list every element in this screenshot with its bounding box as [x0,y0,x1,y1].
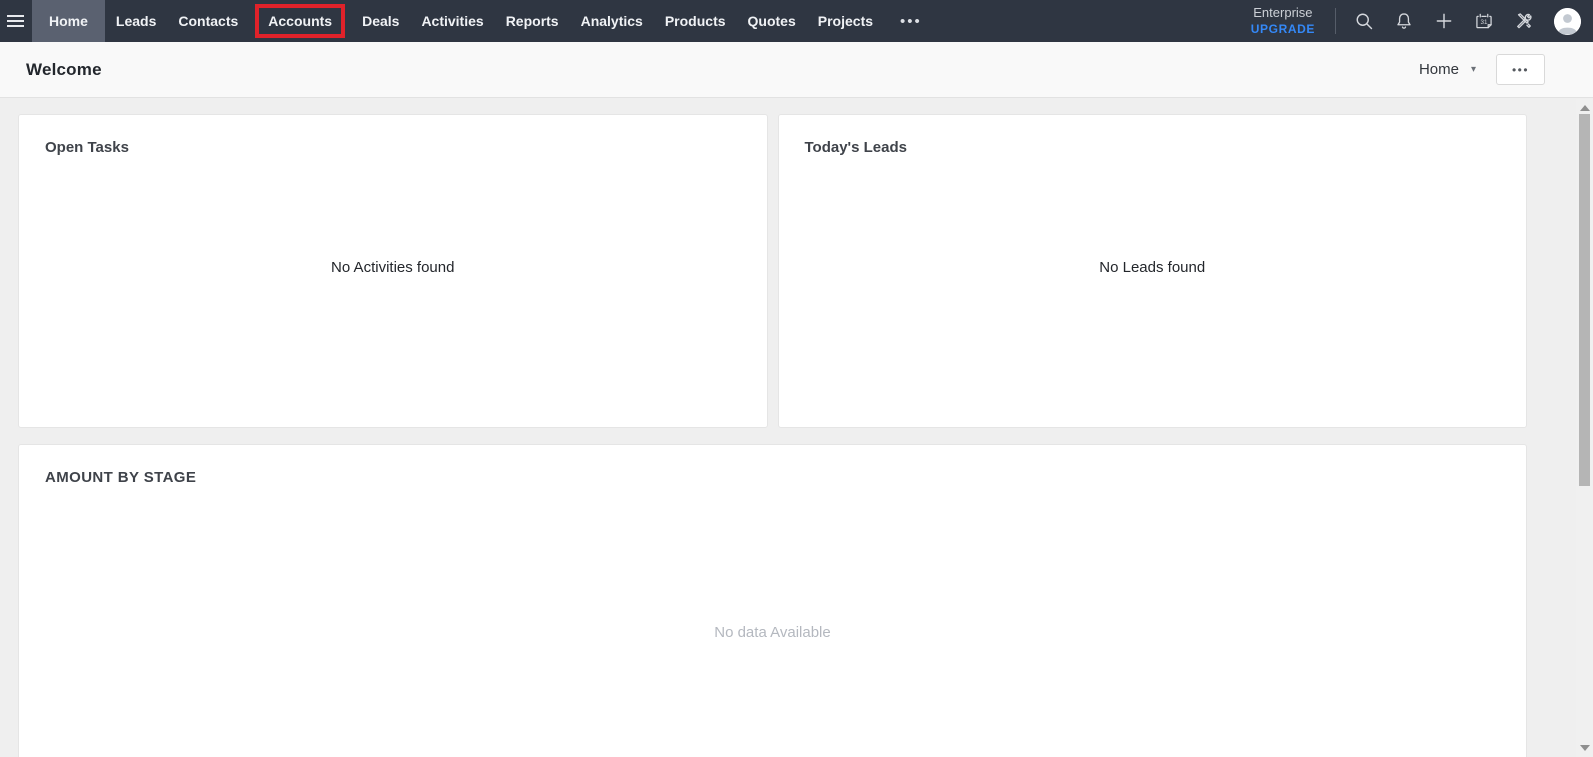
widgets-row: Open Tasks No Activities found Today's L… [18,114,1527,428]
module-tabs: Home Leads Contacts Accounts Deals Activ… [32,0,932,42]
tab-activities[interactable]: Activities [410,0,494,42]
tab-contacts[interactable]: Contacts [167,0,249,42]
widget-title-open-tasks: Open Tasks [45,139,129,156]
svg-text:31: 31 [1481,19,1488,26]
tab-products[interactable]: Products [654,0,737,42]
plan-block: Enterprise UPGRADE [1251,5,1315,37]
open-tasks-widget: Open Tasks No Activities found [18,114,768,428]
todays-leads-widget: Today's Leads No Leads found [777,114,1527,428]
tab-reports[interactable]: Reports [495,0,570,42]
divider [1335,8,1336,34]
page-header-bar: Welcome Home ▾ ••• [0,42,1593,98]
vertical-scrollbar[interactable] [1576,99,1593,757]
upgrade-link[interactable]: UPGRADE [1251,22,1315,38]
widget-title-todays-leads: Today's Leads [804,139,908,156]
widget-title-amount-by-stage: AMOUNT BY STAGE [45,469,197,486]
user-avatar[interactable] [1554,7,1581,35]
scroll-down-arrow-icon[interactable] [1579,745,1590,751]
calendar-icon[interactable]: 31 [1464,0,1504,42]
more-tabs-icon[interactable]: ••• [890,13,932,30]
empty-state-text: No Leads found [1099,259,1206,276]
dashboard-selector[interactable]: Home ▾ [1419,61,1476,78]
page-title: Welcome [26,59,102,79]
empty-state: No Activities found [19,156,767,427]
setup-tools-icon[interactable] [1504,0,1544,42]
empty-state-text: No Activities found [331,259,455,276]
top-navigation-bar: Home Leads Contacts Accounts Deals Activ… [0,0,1593,42]
tab-projects[interactable]: Projects [807,0,884,42]
quick-add-plus-icon[interactable] [1424,0,1464,42]
empty-state: No Leads found [779,156,1527,427]
topnav-actions: Enterprise UPGRADE 31 [1251,0,1593,42]
dashboard-content: Open Tasks No Activities found Today's L… [0,98,1593,757]
tab-accounts[interactable]: Accounts [255,4,346,38]
tab-home[interactable]: Home [32,0,105,42]
amount-by-stage-widget: AMOUNT BY STAGE No data Available [18,444,1527,757]
notifications-bell-icon[interactable] [1384,0,1424,42]
tab-deals[interactable]: Deals [351,0,410,42]
empty-state: No data Available [19,486,1526,757]
chevron-down-icon: ▾ [1470,64,1476,75]
scroll-up-arrow-icon[interactable] [1579,105,1590,111]
header-actions: Home ▾ ••• [1419,54,1545,85]
plan-name-label: Enterprise [1253,4,1313,20]
tab-quotes[interactable]: Quotes [737,0,807,42]
search-icon[interactable] [1344,0,1384,42]
tab-analytics[interactable]: Analytics [570,0,654,42]
dashboard-more-button[interactable]: ••• [1496,54,1545,85]
scrollbar-thumb[interactable] [1579,114,1590,486]
dashboard-selector-label: Home [1418,61,1459,78]
empty-state-text: No data Available [714,624,831,641]
hamburger-menu-icon[interactable] [0,0,32,42]
tab-leads[interactable]: Leads [105,0,167,42]
